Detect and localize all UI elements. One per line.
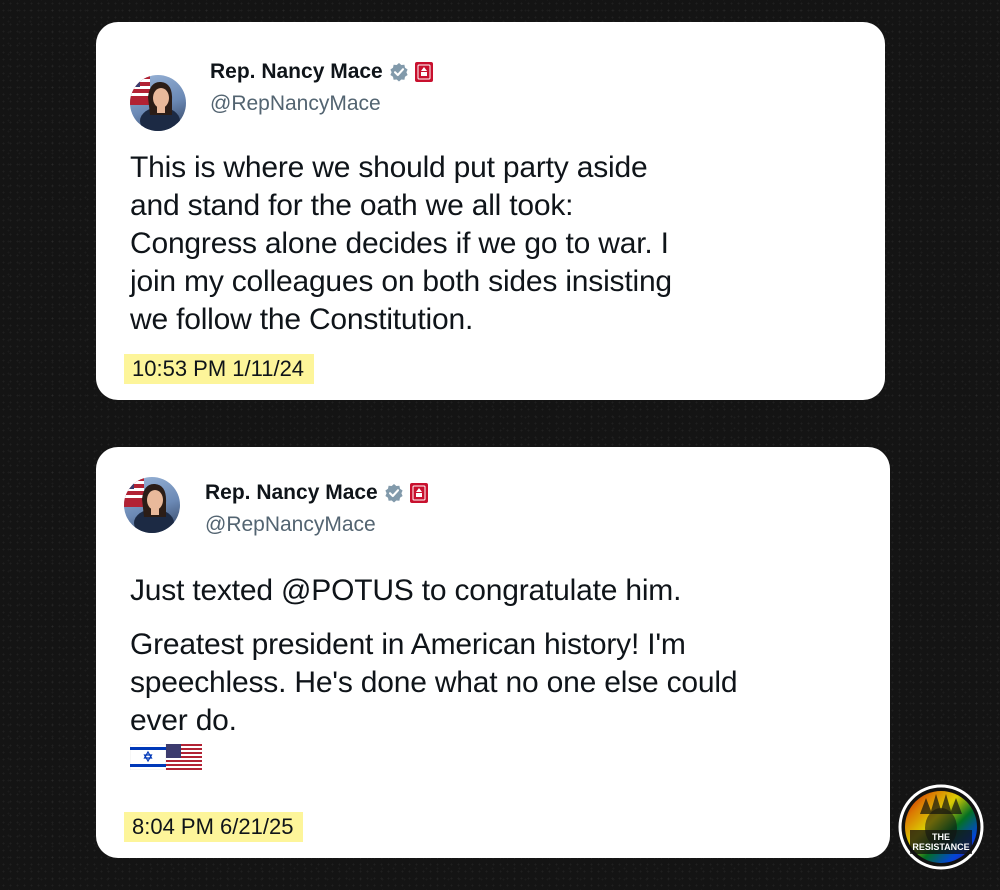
profile-photo-icon — [124, 477, 174, 533]
author-row: Rep. Nancy Mace — [210, 60, 433, 84]
israel-flag-icon — [130, 744, 166, 770]
logo-text-line-1: THE — [932, 832, 950, 842]
tweet-timestamp[interactable]: 8:04 PM 6/21/25 — [124, 812, 304, 842]
tweet-text-paragraph-2: Greatest president in American history! … — [130, 628, 738, 737]
the-resistance-logo: THE RESISTANCE — [898, 784, 984, 870]
tweet-card: Rep. Nancy Mace @RepNancyMace This is wh… — [96, 22, 885, 400]
tweet-text: This is where we should put party aside … — [130, 151, 672, 336]
avatar[interactable] — [130, 75, 186, 131]
author-row: Rep. Nancy Mace — [205, 481, 428, 505]
tweet-timestamp[interactable]: 10:53 PM 1/11/24 — [124, 354, 315, 384]
us-house-badge-icon — [409, 483, 428, 503]
author-handle[interactable]: @RepNancyMace — [210, 92, 381, 116]
logo-text-line-2: RESISTANCE — [912, 842, 970, 852]
profile-photo-icon — [130, 75, 180, 131]
us-house-badge-icon — [414, 62, 433, 82]
verified-badge-icon — [389, 62, 409, 82]
author-name[interactable]: Rep. Nancy Mace — [210, 60, 383, 84]
flag-emoji-row — [130, 744, 202, 770]
avatar[interactable] — [124, 477, 180, 533]
author-name[interactable]: Rep. Nancy Mace — [205, 481, 378, 505]
tweet-text-paragraph-1: Just texted @POTUS to congratulate him. — [130, 574, 682, 607]
us-flag-icon — [166, 744, 202, 770]
tweet-card: Rep. Nancy Mace @RepNancyMace Just texte… — [96, 447, 890, 858]
statue-of-liberty-rainbow-logo-icon — [898, 784, 984, 870]
author-handle[interactable]: @RepNancyMace — [205, 513, 376, 537]
verified-badge-icon — [384, 483, 404, 503]
